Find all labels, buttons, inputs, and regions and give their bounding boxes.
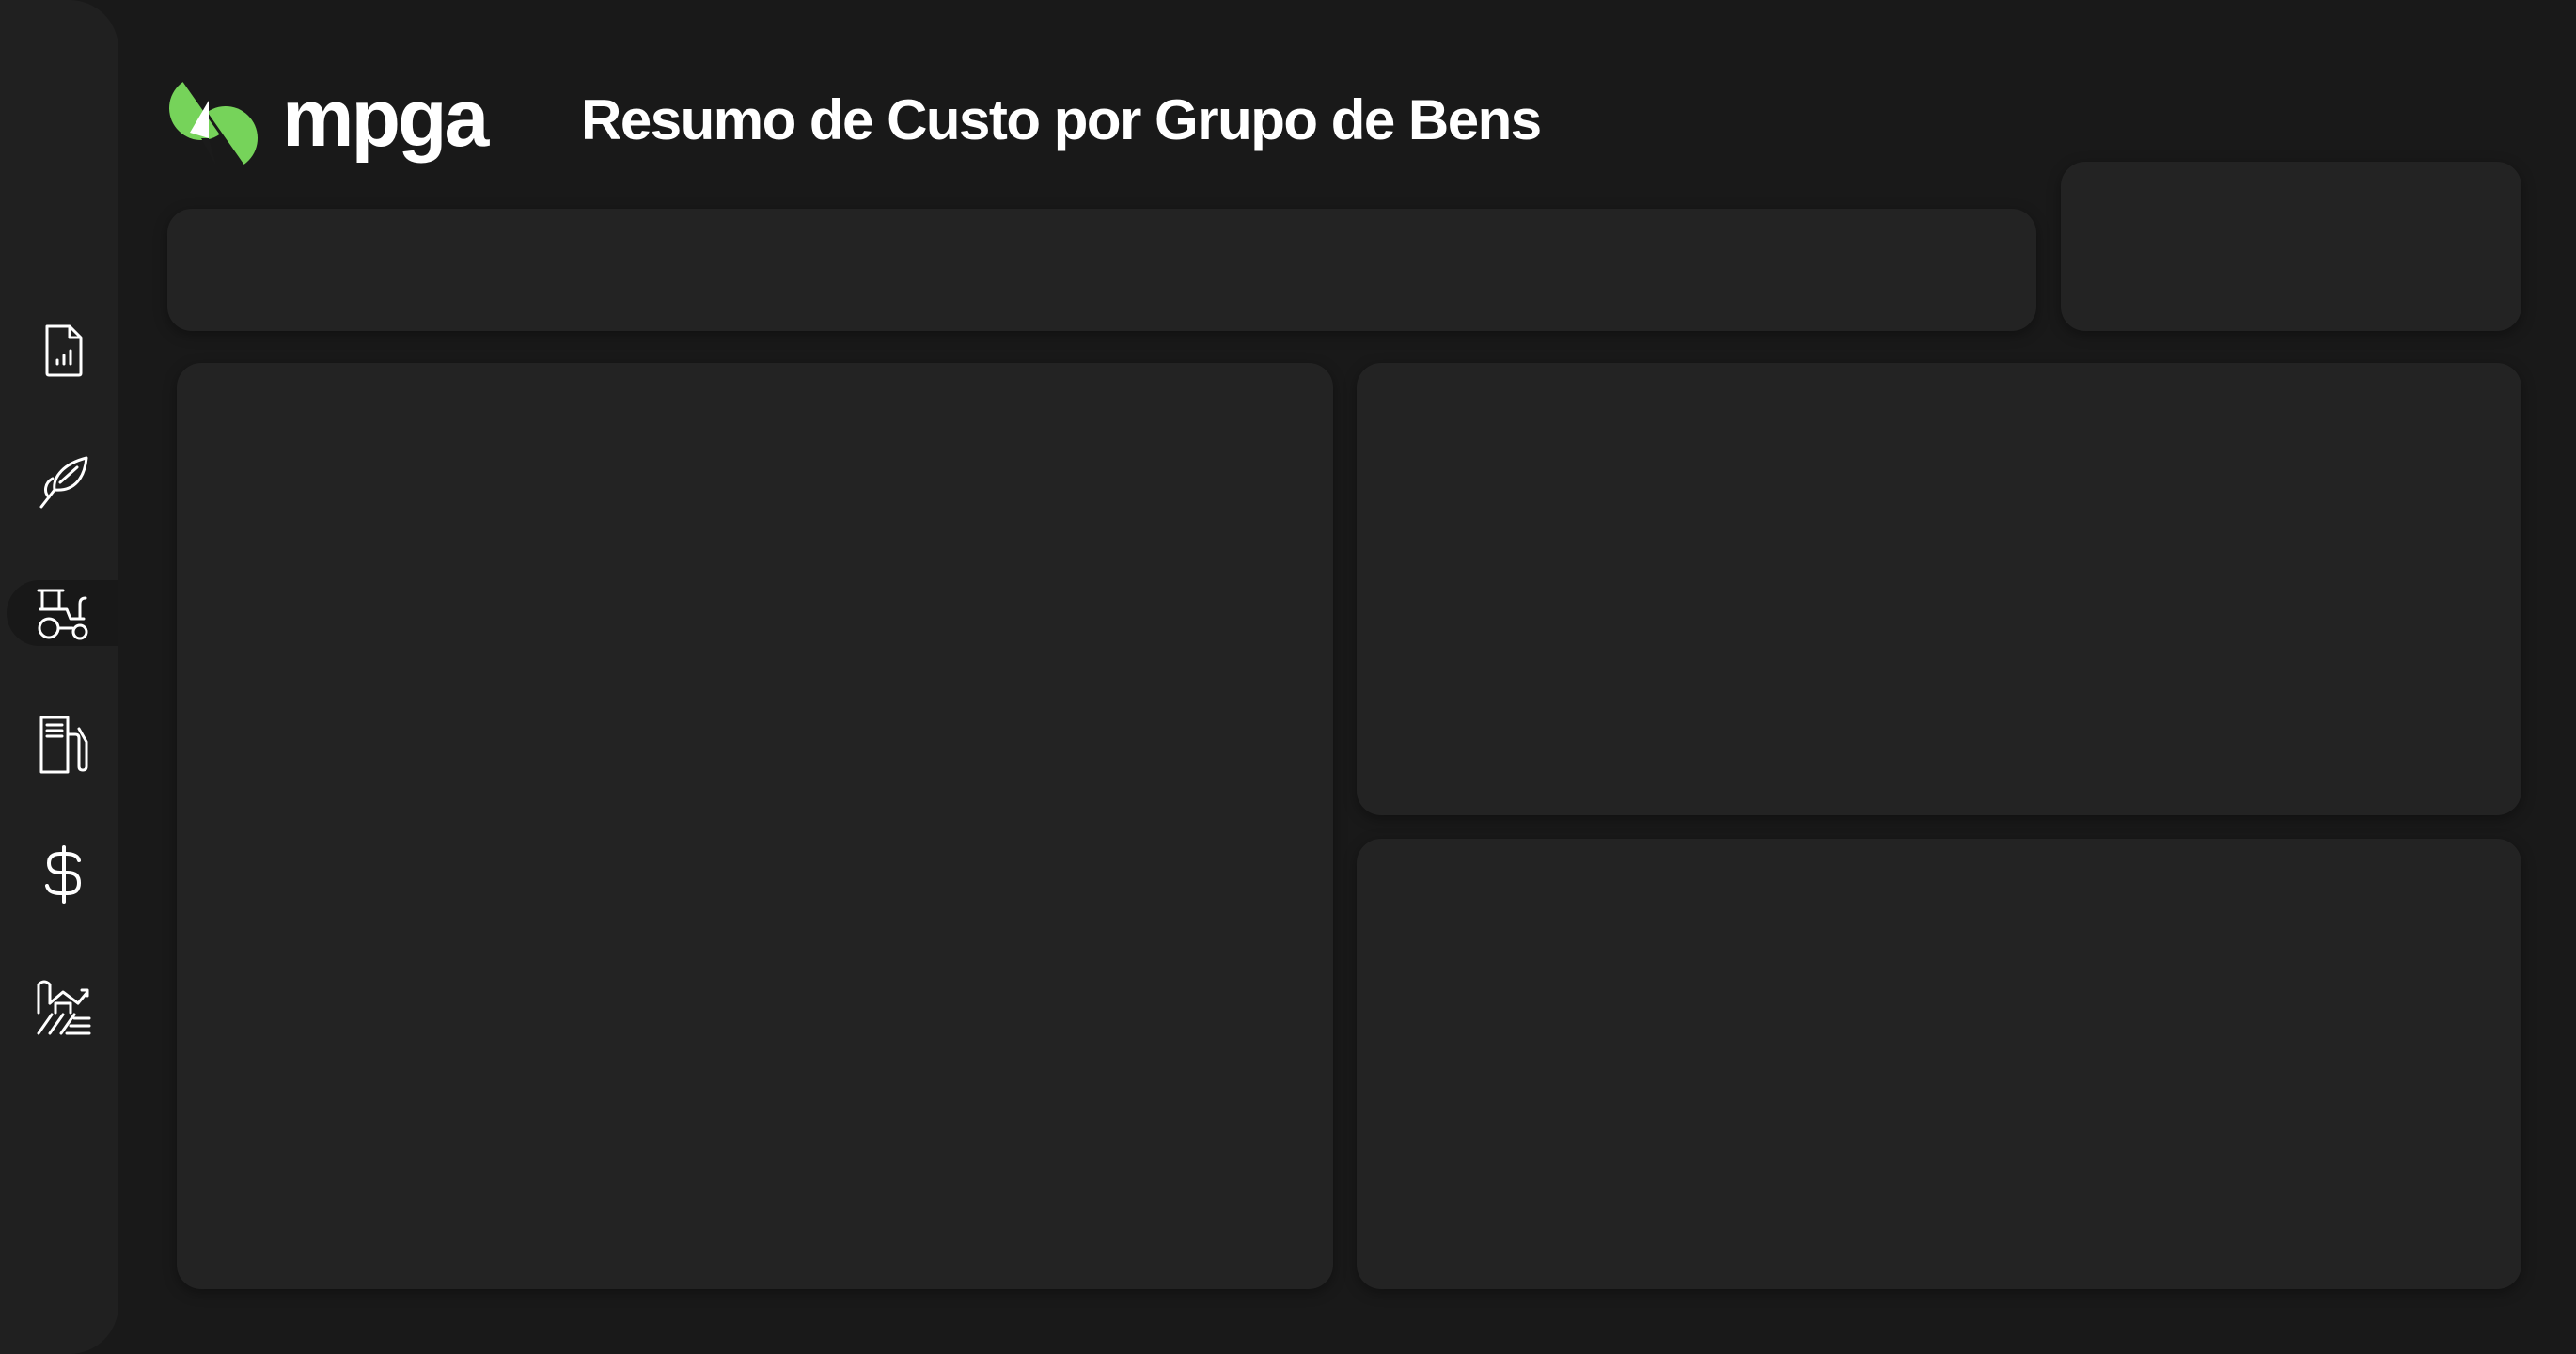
sidebar-item-finance[interactable] (7, 842, 118, 907)
bottom-right-panel (1357, 839, 2521, 1289)
sidebar-item-crops[interactable] (7, 449, 118, 515)
brand-logo[interactable]: mpga (164, 70, 489, 178)
sidebar-item-reports[interactable] (7, 318, 118, 384)
dollar-icon (30, 841, 98, 908)
brand-logo-icon (169, 81, 258, 166)
summary-panel (2061, 162, 2521, 331)
sidebar-item-farm[interactable] (7, 973, 118, 1039)
sidebar (0, 0, 118, 1354)
brand-name: mpga (282, 72, 489, 164)
fuel-pump-icon (30, 710, 98, 778)
farm-icon (30, 972, 98, 1040)
crop-leaf-icon (30, 449, 98, 516)
report-file-icon (30, 317, 98, 385)
tractor-icon (30, 579, 98, 647)
sidebar-item-fuel[interactable] (7, 711, 118, 777)
filter-bar-panel (167, 209, 2036, 331)
sidebar-item-machinery[interactable] (7, 580, 118, 646)
top-right-panel (1357, 363, 2521, 815)
main-chart-panel (177, 363, 1333, 1289)
page-title: Resumo de Custo por Grupo de Bens (581, 88, 1542, 151)
